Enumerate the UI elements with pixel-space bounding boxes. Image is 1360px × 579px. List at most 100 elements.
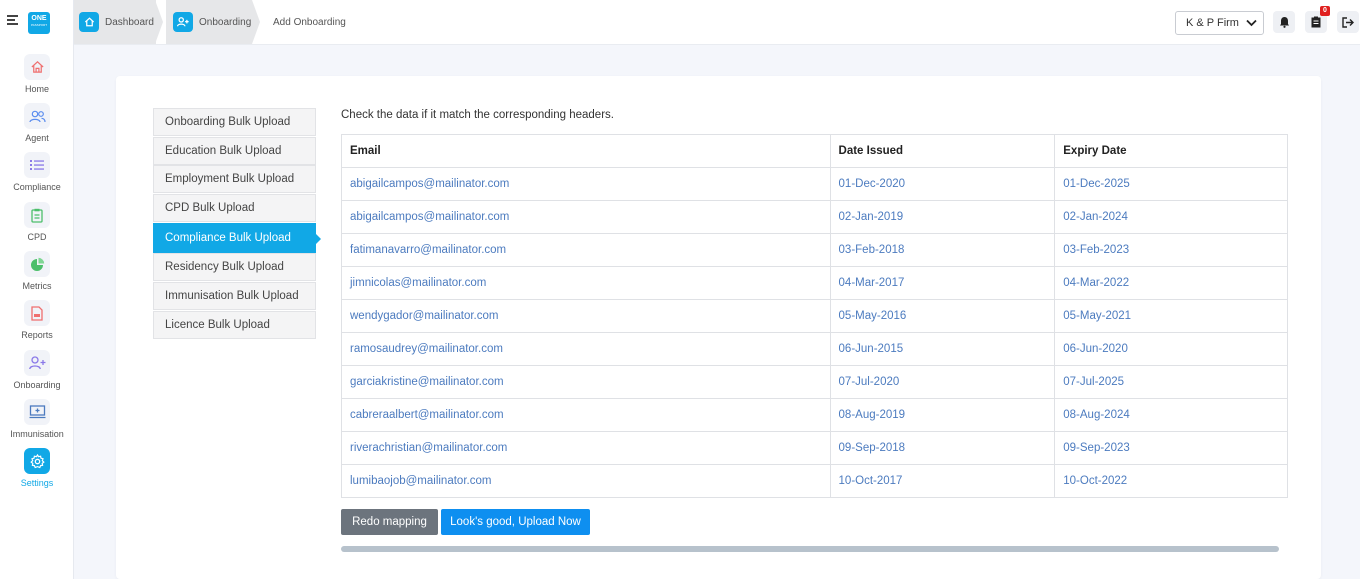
tab-onboarding-bulk-upload[interactable]: Onboarding Bulk Upload — [153, 108, 316, 136]
cell-expiry-date: 05-May-2021 — [1054, 299, 1288, 333]
sidebar-item-label: Reports — [21, 330, 53, 340]
home-icon — [79, 12, 99, 32]
table-row: abigailcampos@mailinator.com 01-Dec-2020 0… — [341, 167, 1288, 201]
table-row: garciakristine@mailinator.com 07-Jul-2020… — [341, 365, 1288, 399]
cell-date-issued: 06-Jun-2015 — [829, 332, 1056, 366]
users-icon — [24, 103, 50, 129]
sidebar-item-label: Immunisation — [10, 429, 64, 439]
breadcrumb-arrow — [155, 0, 163, 44]
cell-date-issued: 02-Jan-2019 — [829, 200, 1056, 234]
table-header-row: Email Date Issued Expiry Date — [341, 134, 1288, 168]
mapping-preview-table: Email Date Issued Expiry Date abigailcam… — [341, 134, 1288, 498]
tasks-button[interactable]: 0 — [1305, 6, 1330, 33]
cell-date-issued: 07-Jul-2020 — [829, 365, 1056, 399]
mapping-instruction: Check the data if it match the correspon… — [341, 109, 614, 121]
table-row: ramosaudrey@mailinator.com 06-Jun-2015 06-… — [341, 332, 1288, 366]
notification-badge: 0 — [1320, 6, 1330, 16]
list-icon — [24, 152, 50, 178]
sidebar-item-label: Agent — [25, 133, 49, 143]
cell-email: wendygador@mailinator.com — [341, 299, 831, 333]
column-header-date-issued: Date Issued — [829, 134, 1056, 168]
app-logo[interactable]: ONE PASSPORT — [28, 12, 50, 34]
sidebar-item-onboarding[interactable]: Onboarding — [0, 350, 74, 390]
breadcrumb-current: Add Onboarding — [273, 0, 346, 44]
column-header-email: Email — [341, 134, 831, 168]
sidebar-item-reports[interactable]: Reports — [0, 300, 74, 340]
tab-compliance-bulk-upload[interactable]: Compliance Bulk Upload — [153, 222, 321, 253]
sidebar-item-immunisation[interactable]: Immunisation — [0, 399, 74, 439]
sidebar-item-label: Onboarding — [13, 380, 61, 390]
cell-expiry-date: 07-Jul-2025 — [1054, 365, 1288, 399]
table-row: riverachristian@mailinator.com 09-Sep-201… — [341, 431, 1288, 465]
top-bar: Dashboard Onboarding Add Onboarding K & … — [74, 0, 1360, 45]
cell-email: ramosaudrey@mailinator.com — [341, 332, 831, 366]
breadcrumb-dashboard[interactable]: Dashboard — [74, 0, 156, 44]
breadcrumb-current-label: Add Onboarding — [273, 16, 346, 28]
pie-chart-icon — [24, 251, 50, 277]
tab-employment-bulk-upload[interactable]: Employment Bulk Upload — [153, 165, 316, 194]
cell-expiry-date: 09-Sep-2023 — [1054, 431, 1288, 465]
upload-progress-fill — [341, 546, 1279, 552]
gear-icon — [24, 448, 50, 474]
cell-email: fatimanavarro@mailinator.com — [341, 233, 831, 267]
table-row: jimnicolas@mailinator.com 04-Mar-2017 04-M… — [341, 266, 1288, 300]
upload-type-tabs: Onboarding Bulk Upload Education Bulk Up… — [153, 108, 321, 340]
tab-cpd-bulk-upload[interactable]: CPD Bulk Upload — [153, 194, 316, 223]
cell-email: riverachristian@mailinator.com — [341, 431, 831, 465]
user-plus-icon — [24, 350, 50, 376]
home-icon — [24, 54, 50, 80]
sidebar-item-compliance[interactable]: Compliance — [0, 152, 74, 192]
cell-expiry-date: 08-Aug-2024 — [1054, 398, 1288, 432]
file-icon — [24, 300, 50, 326]
tab-education-bulk-upload[interactable]: Education Bulk Upload — [153, 136, 316, 165]
cell-expiry-date: 02-Jan-2024 — [1054, 200, 1288, 234]
breadcrumb-onboarding[interactable]: Onboarding — [166, 0, 252, 44]
cell-date-issued: 03-Feb-2018 — [829, 233, 1056, 267]
upload-now-button[interactable]: Look's good, Upload Now — [441, 509, 590, 535]
tab-licence-bulk-upload[interactable]: Licence Bulk Upload — [153, 310, 316, 339]
notifications-button[interactable] — [1273, 11, 1295, 33]
sidebar-item-metrics[interactable]: Metrics — [0, 251, 74, 291]
logout-icon — [1342, 16, 1354, 28]
cell-date-issued: 09-Sep-2018 — [829, 431, 1056, 465]
cell-date-issued: 01-Dec-2020 — [829, 167, 1056, 201]
sidebar-item-cpd[interactable]: CPD — [0, 202, 74, 242]
cell-expiry-date: 10-Oct-2022 — [1054, 464, 1288, 498]
cell-date-issued: 04-Mar-2017 — [829, 266, 1056, 300]
cell-email: abigailcampos@mailinator.com — [341, 200, 831, 234]
table-row: abigailcampos@mailinator.com 02-Jan-2019 0… — [341, 200, 1288, 234]
cell-expiry-date: 03-Feb-2023 — [1054, 233, 1288, 267]
sidebar-item-agent[interactable]: Agent — [0, 103, 74, 143]
user-plus-icon — [173, 12, 193, 32]
bell-icon — [1279, 17, 1289, 28]
logout-button[interactable] — [1337, 11, 1359, 33]
cell-email: lumibaojob@mailinator.com — [341, 464, 831, 498]
monitor-icon — [24, 399, 50, 425]
redo-mapping-button[interactable]: Redo mapping — [341, 509, 438, 535]
tab-residency-bulk-upload[interactable]: Residency Bulk Upload — [153, 253, 316, 282]
firm-select[interactable]: K & P Firm — [1175, 11, 1264, 35]
sidebar-item-label: Metrics — [22, 281, 52, 291]
sidebar-item-settings[interactable]: Settings — [0, 448, 74, 488]
tab-immunisation-bulk-upload[interactable]: Immunisation Bulk Upload — [153, 282, 316, 311]
menu-toggle-icon[interactable] — [7, 15, 18, 25]
table-row: lumibaojob@mailinator.com 10-Oct-2017 10-O… — [341, 464, 1288, 498]
column-header-expiry-date: Expiry Date — [1054, 134, 1288, 168]
sidebar-item-label: Compliance — [13, 182, 61, 192]
cell-expiry-date: 04-Mar-2022 — [1054, 266, 1288, 300]
table-row: cabreraalbert@mailinator.com 08-Aug-2019 0… — [341, 398, 1288, 432]
cell-email: cabreraalbert@mailinator.com — [341, 398, 831, 432]
chevron-down-icon — [1246, 19, 1257, 27]
clipboard-icon — [1311, 16, 1321, 28]
breadcrumb-onboarding-label: Onboarding — [199, 16, 252, 28]
sidebar-item-home[interactable]: Home — [0, 54, 74, 94]
cell-expiry-date: 06-Jun-2020 — [1054, 332, 1288, 366]
table-row: wendygador@mailinator.com 05-May-2016 05-M… — [341, 299, 1288, 333]
cell-date-issued: 10-Oct-2017 — [829, 464, 1056, 498]
cell-expiry-date: 01-Dec-2025 — [1054, 167, 1288, 201]
breadcrumb-dashboard-label: Dashboard — [105, 16, 154, 28]
upload-progress-bar — [341, 546, 1279, 552]
sidebar-item-label: CPD — [27, 232, 47, 242]
sidebar-item-label: Home — [24, 84, 49, 94]
breadcrumb-arrow — [252, 0, 260, 44]
